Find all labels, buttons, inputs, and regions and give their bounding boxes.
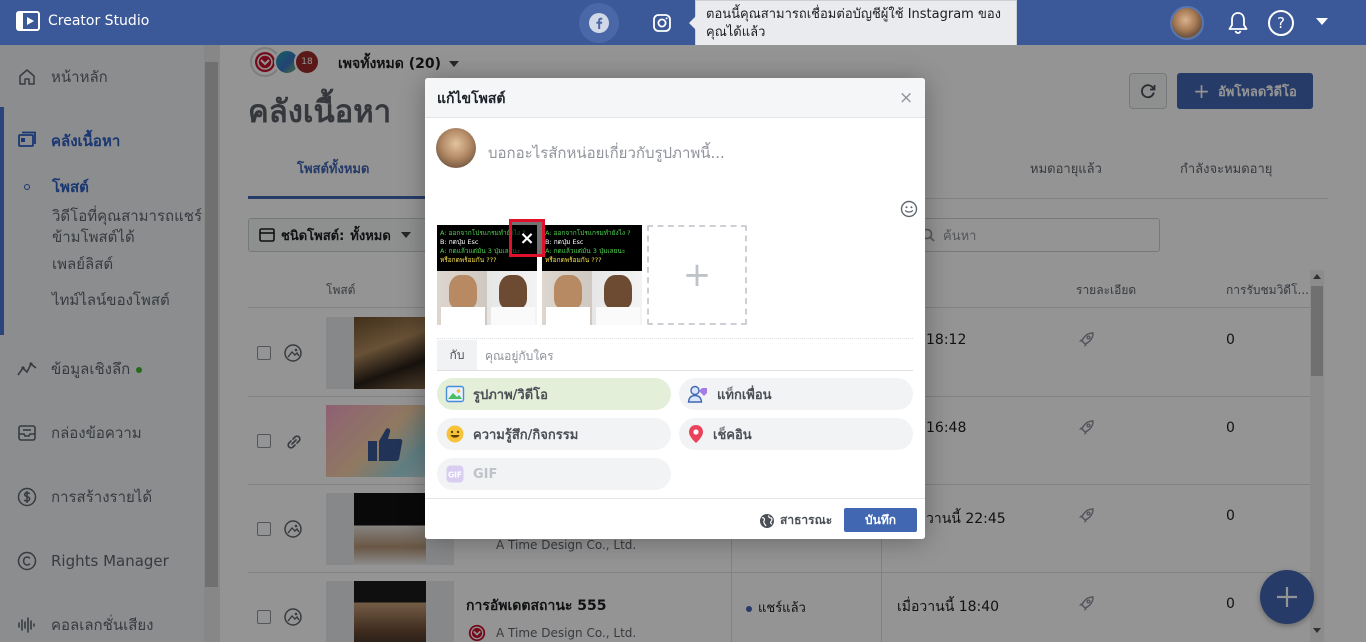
emoji-icon[interactable] bbox=[900, 200, 918, 218]
privacy-selector[interactable]: สาธารณะ bbox=[759, 511, 832, 530]
add-media-button[interactable]: + bbox=[647, 225, 747, 325]
divider bbox=[437, 370, 913, 371]
meme-photo bbox=[437, 271, 537, 325]
tag-friends-icon bbox=[687, 385, 707, 403]
instagram-connect-tooltip: ตอนนี้คุณสามารถเชื่อมต่อบัญชีผู้ใช้ Inst… bbox=[689, 0, 1017, 47]
dialog-header: แก้ไขโพสต์ × bbox=[425, 78, 925, 118]
photo-video-option[interactable]: รูปภาพ/วิดีโอ bbox=[437, 378, 671, 410]
option-label: แท็กเพื่อน bbox=[717, 387, 772, 403]
instagram-icon bbox=[653, 14, 671, 32]
plus-icon: + bbox=[682, 255, 712, 295]
dialog-footer: สาธารณะ บันทึก bbox=[425, 498, 925, 539]
option-label: เช็คอิน bbox=[713, 427, 752, 443]
facebook-icon bbox=[589, 13, 609, 33]
brand[interactable]: Creator Studio bbox=[16, 11, 149, 31]
creator-studio-logo-icon bbox=[16, 11, 40, 31]
meme-person-left bbox=[449, 275, 477, 309]
remove-media-close-icon[interactable]: × bbox=[509, 219, 545, 257]
meme-person-right bbox=[499, 275, 527, 309]
app-title: Creator Studio bbox=[48, 13, 150, 29]
gif-icon: GIF bbox=[446, 465, 464, 483]
privacy-label: สาธารณะ bbox=[780, 513, 833, 527]
meme-person-right-shirt bbox=[491, 307, 535, 325]
photo-video-icon bbox=[445, 385, 465, 403]
meme-person-right-shirt bbox=[596, 307, 640, 325]
option-label: GIF bbox=[473, 466, 498, 482]
tag-people-input[interactable]: คุณอยู่กับใคร bbox=[485, 347, 554, 366]
tag-friends-option[interactable]: แท็กเพื่อน bbox=[679, 378, 913, 410]
bell-icon[interactable] bbox=[1226, 10, 1250, 36]
facebook-tab[interactable] bbox=[579, 3, 619, 43]
checkin-pin-icon bbox=[689, 425, 703, 443]
option-label: ความรู้สึก/กิจกรรม bbox=[473, 427, 579, 443]
meme-person-left bbox=[554, 275, 582, 309]
globe-icon bbox=[760, 513, 774, 528]
with-label: กับ bbox=[437, 340, 477, 370]
meme-line: A: กดแล้วแต่มัน 3 ปุ่มเลยนะ bbox=[545, 247, 626, 255]
meme-caption: A: ออกจากโปรแกรมทำยังไง ? B: กดปุ่ม Esc … bbox=[542, 225, 642, 271]
post-text-input[interactable]: บอกอะไรสักหน่อยเกี่ยวกับรูปภาพนี้... bbox=[488, 141, 725, 165]
meme-photo bbox=[542, 271, 642, 325]
meme-line: B: กดปุ่ม Esc bbox=[545, 238, 584, 246]
top-bar: Creator Studio ตอนนี้คุณสามารถเชื่อมต่อบ… bbox=[0, 0, 1366, 47]
media-attachment[interactable]: A: ออกจากโปรแกรมทำยังไง ? B: กดปุ่ม Esc … bbox=[542, 225, 642, 325]
user-avatar[interactable] bbox=[1170, 6, 1204, 40]
save-button[interactable]: บันทึก bbox=[844, 508, 917, 532]
meme-line: A: ออกจากโปรแกรมทำยังไง ? bbox=[545, 229, 631, 237]
feeling-icon bbox=[446, 425, 464, 443]
feeling-activity-option[interactable]: ความรู้สึก/กิจกรรม bbox=[437, 418, 671, 450]
checkin-option[interactable]: เช็คอิน bbox=[679, 418, 913, 450]
dialog-title: แก้ไขโพสต์ bbox=[437, 91, 506, 107]
edit-post-dialog: แก้ไขโพสต์ × บอกอะไรสักหน่อยเกี่ยวกับรูป… bbox=[425, 78, 925, 539]
account-menu-caret-icon[interactable] bbox=[1316, 18, 1328, 25]
instagram-tab[interactable] bbox=[647, 9, 677, 37]
meme-person-right bbox=[604, 275, 632, 309]
meme-person-left-shirt bbox=[546, 307, 590, 325]
meme-line: หรือกดพร้อมกัน ??? bbox=[545, 256, 602, 264]
svg-text:GIF: GIF bbox=[448, 471, 462, 480]
meme-line: หรือกดพร้อมกัน ??? bbox=[440, 256, 497, 264]
composer-avatar bbox=[436, 128, 476, 168]
option-label: รูปภาพ/วิดีโอ bbox=[473, 387, 548, 403]
meme-person-left-shirt bbox=[441, 307, 485, 325]
meme-line: B: กดปุ่ม Esc bbox=[440, 238, 479, 246]
close-icon[interactable]: × bbox=[899, 88, 913, 108]
help-icon[interactable]: ? bbox=[1268, 10, 1294, 36]
gif-option[interactable]: GIF GIF bbox=[437, 458, 671, 490]
divider bbox=[437, 338, 913, 339]
